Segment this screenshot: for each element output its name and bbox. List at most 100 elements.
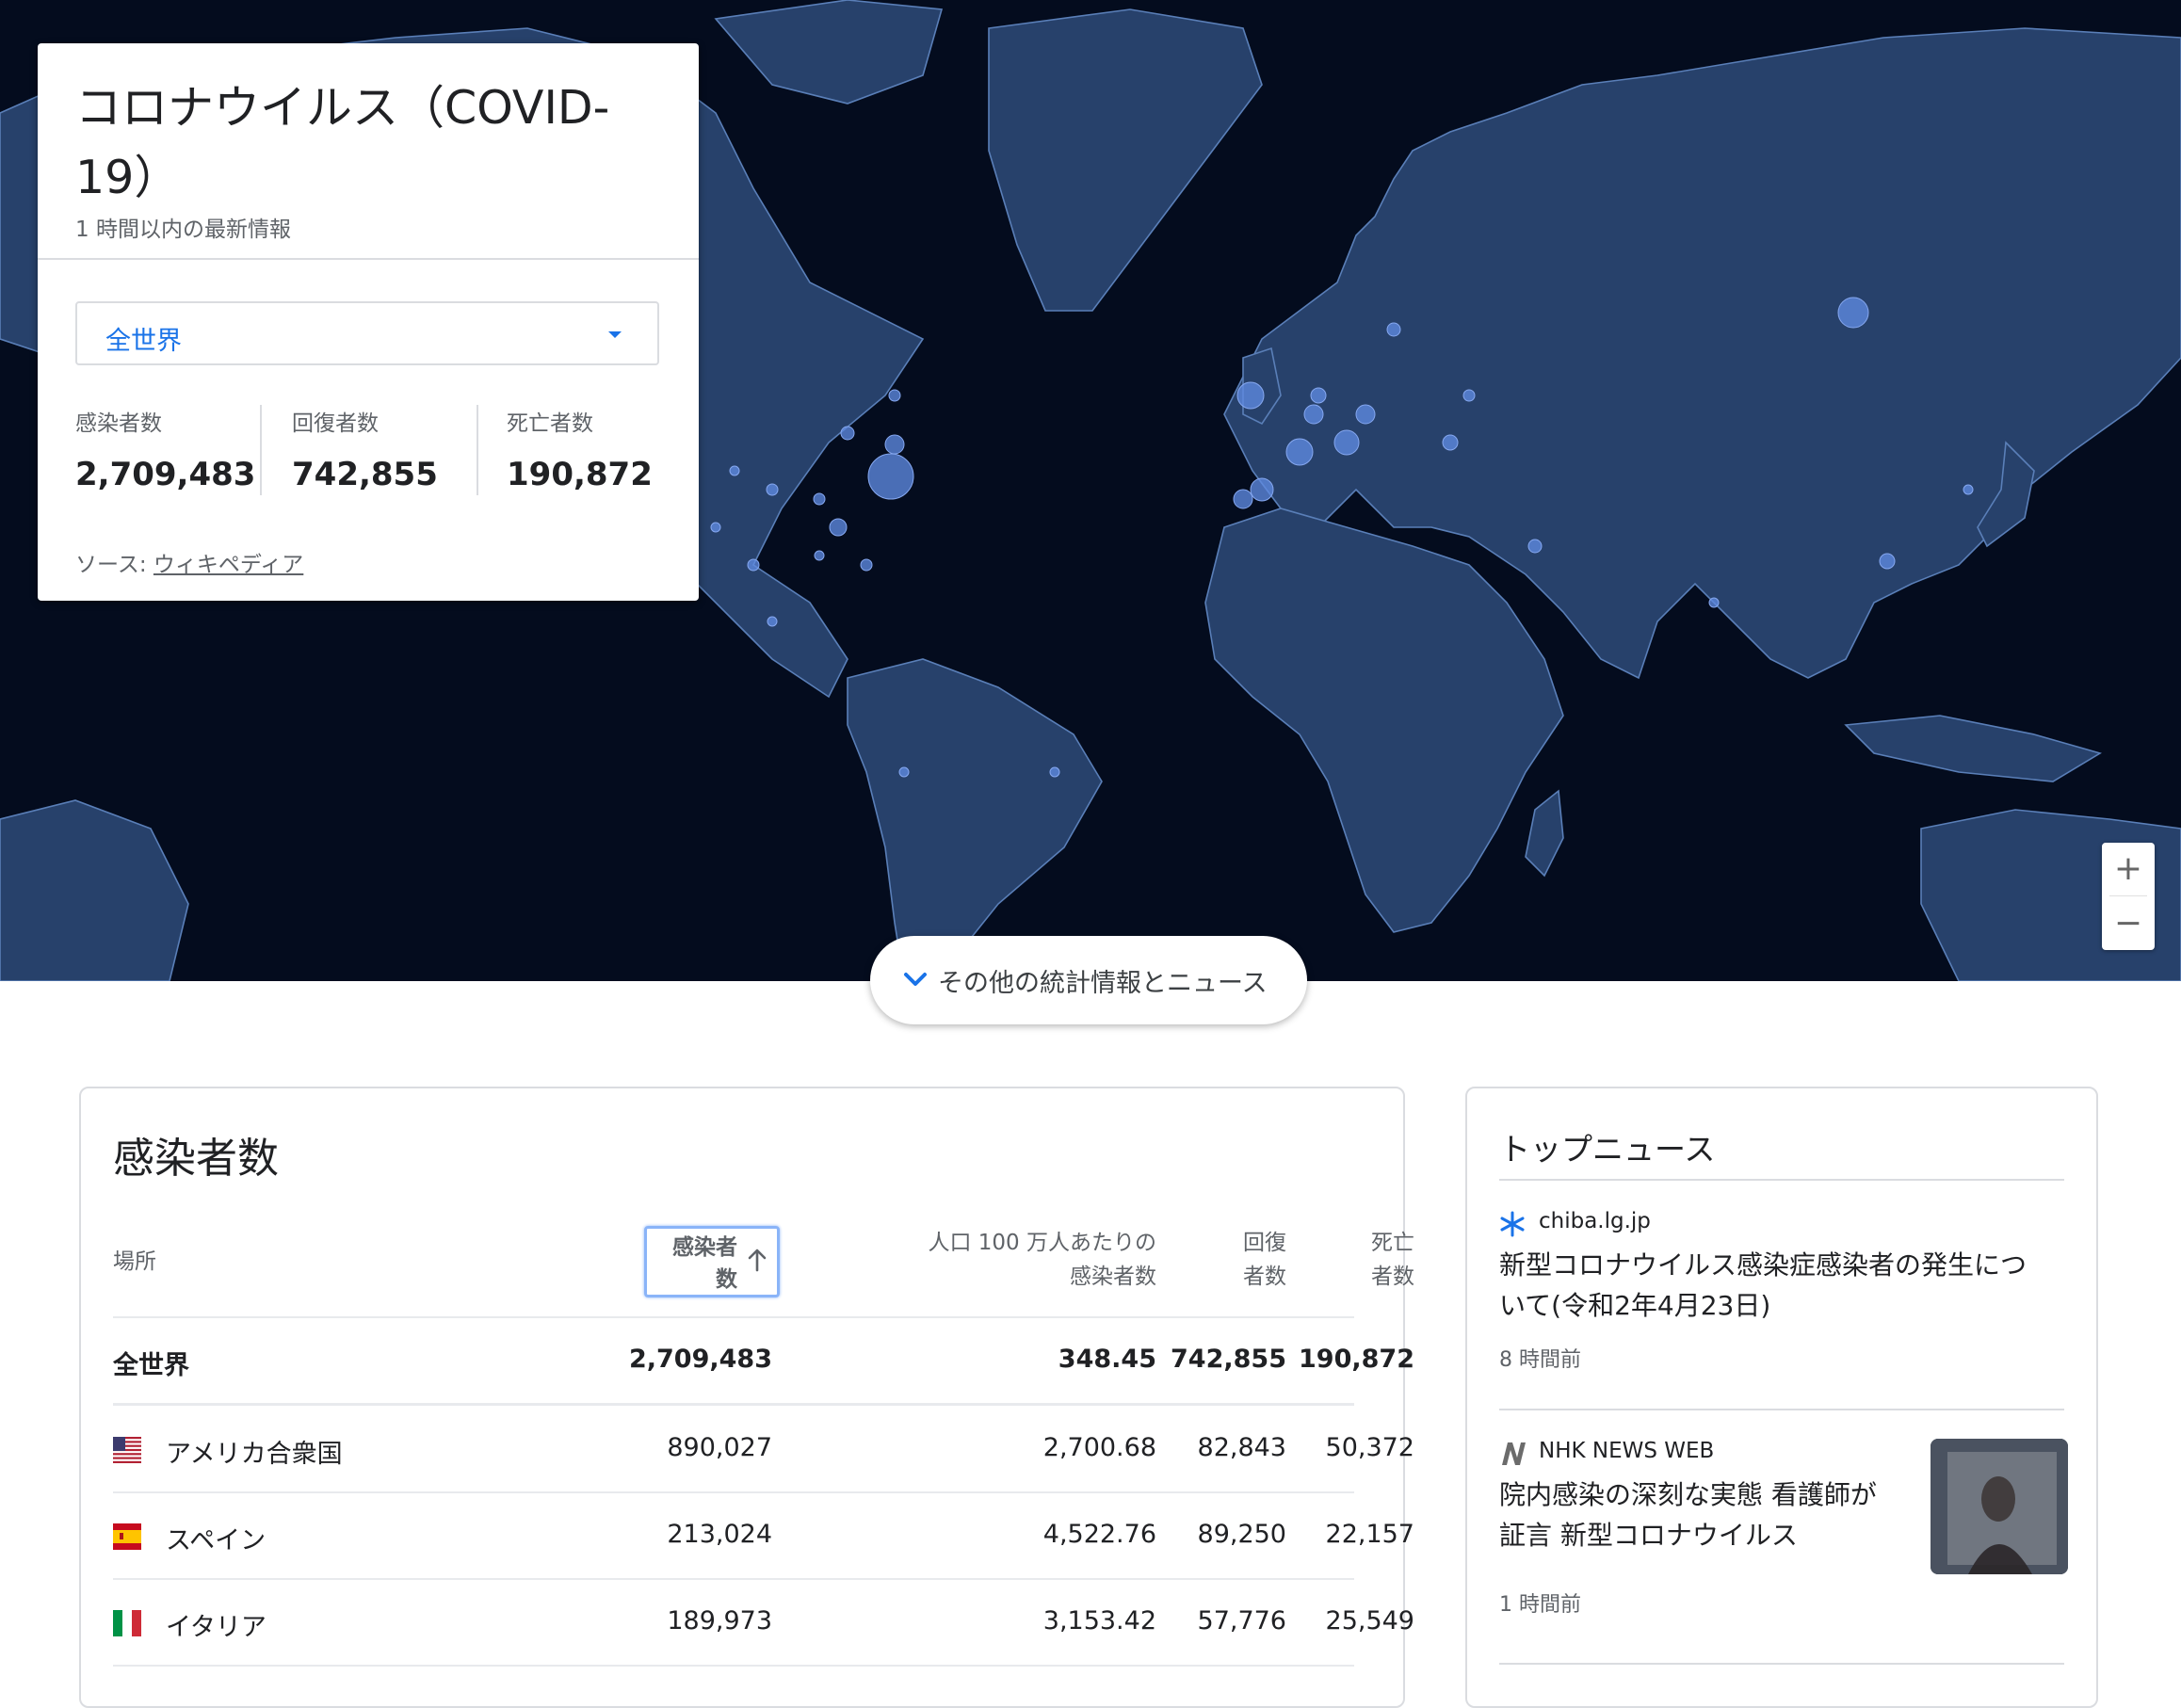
bubble-us-midwest [884,434,905,455]
news-divider [1499,1409,2064,1410]
bubble-portugal [1233,489,1253,509]
landmass-arctic-islands [714,0,944,105]
flag-es-icon [113,1523,141,1550]
bubble-scandinavia [1386,322,1401,337]
cell-cases: 213,024 [667,1520,772,1549]
zoom-controls: + − [2102,843,2155,950]
cell-deaths: 50,372 [1325,1433,1414,1462]
news-divider [1499,1179,2064,1181]
header-per-million-line2[interactable]: 感染者数 [797,1260,1156,1294]
stat-recovered: 回復者数 742,855 [292,405,480,493]
bubble-turkey [1442,434,1459,451]
news-headline-line2: 証言 新型コロナウイルス [1499,1520,1798,1551]
news-item[interactable]: chiba.lg.jp 新型コロナウイルス感染症感染者の発生につ いて(令和2年… [1499,1209,2068,1372]
bubble-italy [1333,429,1360,456]
chevron-down-icon [904,973,927,986]
cell-per-million: 3,153.42 [1042,1606,1156,1635]
cell-place: イタリア [166,1613,267,1642]
news-source: NHK NEWS WEB [1539,1439,1715,1463]
news-thumbnail-image [1931,1439,2068,1574]
bubble-us-southwest [814,550,825,561]
stat-recovered-label: 回復者数 [292,411,379,436]
zoom-in-button[interactable]: + [2102,843,2155,895]
header-recovered-line1[interactable]: 回復 [1173,1226,1286,1260]
bubble-germany [1355,404,1376,425]
news-headline-line1: 院内感染の深刻な実態 看護師が [1499,1479,1877,1510]
cell-cases: 2,709,483 [628,1345,772,1374]
bubble-us-canada [888,389,901,402]
cell-place: アメリカ合衆国 [166,1440,343,1469]
row-divider [113,1403,1354,1406]
arrow-up-icon [748,1249,767,1272]
bubble-brazil [1049,766,1060,778]
bubble-moscow [1462,389,1476,402]
bubble-korea [1963,484,1974,495]
table-row[interactable]: スペイン 213,024 4,522.76 89,250 22,157 [113,1493,1414,1578]
news-item[interactable]: NHK NEWS WEB 院内感染の深刻な実態 看護師が 証言 新型コロナウイル… [1499,1439,2068,1618]
stat-deaths: 死亡者数 190,872 [507,405,695,493]
table-row[interactable]: 全世界 2,709,483 348.45 742,855 190,872 [113,1318,1414,1403]
caret-down-icon [608,331,622,338]
bubble-us-west [729,465,740,476]
bubble-us-south [829,518,848,537]
cell-deaths: 25,549 [1325,1606,1414,1635]
bubble-spain [1250,477,1274,502]
bubble-europe-west [1285,438,1314,466]
cell-per-million: 2,700.68 [1042,1433,1156,1462]
region-select-value: 全世界 [105,327,182,356]
bubble-us-southeast [860,558,873,572]
nhk-logo-icon [1502,1442,1526,1465]
cell-per-million: 348.45 [1058,1345,1156,1374]
row-divider [113,1665,1354,1667]
table-title: 感染者数 [113,1135,279,1183]
cell-recovered: 89,250 [1197,1520,1286,1549]
source-link[interactable]: ウィキペディア [153,553,303,577]
header-deaths-line1[interactable]: 死亡 [1301,1226,1414,1260]
top-news-card: トップニュース chiba.lg.jp 新型コロナウイルス感染症感染者の発生につ… [1465,1087,2098,1708]
header-per-million-line1[interactable]: 人口 100 万人あたりの [797,1226,1156,1260]
cell-place: 全世界 [113,1351,189,1380]
cell-deaths: 190,872 [1299,1345,1414,1374]
chiba-logo-icon [1500,1211,1525,1237]
header-deaths-line2[interactable]: 者数 [1301,1260,1414,1294]
stat-recovered-value: 742,855 [292,456,438,493]
header-cases-line1: 感染者 [672,1235,737,1260]
cell-deaths: 22,157 [1325,1520,1414,1549]
zoom-divider [2109,895,2147,896]
bubble-benelux [1310,387,1327,404]
landmass-africa [1204,508,1564,933]
zoom-out-button[interactable]: − [2102,897,2155,950]
stat-cases-label: 感染者数 [75,411,162,436]
news-time: 1 時間前 [1499,1593,1581,1617]
region-select[interactable]: 全世界 [75,301,659,365]
world-map[interactable]: コロナウイルス（COVID-19） 1 時間以内の最新情報 全世界 感染者数 2… [0,0,2181,981]
bubble-uk [1236,381,1265,410]
bubble-peru [898,766,910,778]
bubble-iran [1527,539,1543,554]
bubble-us-plains [710,522,721,533]
news-title: トップニュース [1499,1131,1716,1168]
table-row[interactable]: イタリア 189,973 3,153.42 57,776 25,549 [113,1580,1414,1665]
landmass-madagascar [1525,789,1564,878]
landmass-oceania-left [0,799,189,981]
header-place[interactable]: 場所 [113,1245,156,1279]
landmass-greenland [988,8,1263,312]
news-headline-line2: いて(令和2年4月23日) [1499,1290,1771,1321]
table-row[interactable]: アメリカ合衆国 890,027 2,700.68 82,843 50,372 [113,1407,1414,1491]
covid-summary-card: コロナウイルス（COVID-19） 1 時間以内の最新情報 全世界 感染者数 2… [38,43,699,601]
bubble-us-central [813,492,826,506]
flag-us-icon [113,1437,141,1463]
landmass-indonesia [1844,715,2102,782]
header-recovered-line2[interactable]: 者数 [1173,1260,1286,1294]
landmass-south-america [847,658,1103,981]
bubble-india [1708,597,1720,608]
bubble-china [1879,553,1896,570]
cell-recovered: 57,776 [1197,1606,1286,1635]
news-source: chiba.lg.jp [1539,1209,1651,1233]
stat-divider [260,405,262,495]
more-stats-label: その他の統計情報とニュース [938,969,1268,998]
cell-place: スペイン [166,1526,267,1555]
bubble-france [1303,404,1324,425]
more-stats-button[interactable]: その他の統計情報とニュース [870,936,1307,1024]
header-cases-sorted[interactable]: 感染者 数 [644,1226,780,1297]
